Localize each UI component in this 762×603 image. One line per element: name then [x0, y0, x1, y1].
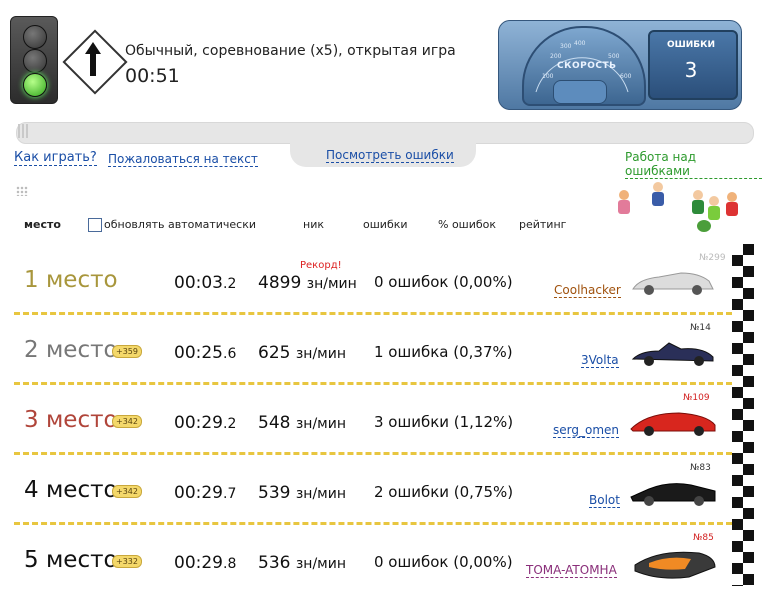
typing-speed: 625 зн/мин	[258, 343, 346, 363]
view-errors-link[interactable]: Посмотреть ошибки	[326, 148, 454, 163]
hover-flame-car-icon	[634, 551, 716, 579]
errors-counter-value: 3	[684, 58, 698, 82]
speed-tick-label: 100	[542, 73, 554, 80]
player-rank: №109	[683, 393, 710, 403]
game-timer: 00:51	[125, 65, 180, 87]
traffic-light-icon	[10, 16, 58, 104]
how-to-play-link[interactable]: Как играть?	[14, 150, 97, 166]
auto-update-label[interactable]: обновлять автоматически	[104, 218, 256, 231]
player-nick-link[interactable]: Bolot	[589, 493, 620, 508]
typing-speed: 536 зн/мин	[258, 553, 346, 573]
errors-summary: 2 ошибки (0,75%)	[374, 483, 514, 501]
finish-time: 00:29.2	[174, 413, 236, 433]
errors-summary: 1 ошибка (0,37%)	[374, 343, 513, 361]
finish-time: 00:25.6	[174, 343, 236, 363]
row-separator	[14, 382, 732, 385]
speed-value: 539	[258, 483, 291, 503]
player-nick-link[interactable]: TOMA-ATOMHA	[526, 563, 617, 578]
speed-value: 4899	[258, 273, 302, 293]
navy-roadster-icon	[631, 342, 714, 366]
errors-summary: 0 ошибок (0,00%)	[374, 273, 513, 291]
finish-time-main: 00:29	[174, 553, 223, 573]
col-rating-header: рейтинг	[519, 218, 567, 231]
work-on-errors-link[interactable]: Работа над ошибками	[625, 150, 762, 179]
speed-tick-label: 300	[560, 43, 572, 50]
speed-unit: зн/мин	[295, 556, 346, 572]
black-batmobile-icon	[630, 483, 716, 506]
player-rank: №83	[690, 463, 711, 473]
finish-time-main: 00:25	[174, 343, 223, 363]
errors-summary: 3 ошибки (1,12%)	[374, 413, 514, 431]
player-rank: №14	[690, 323, 711, 333]
bonus-badge: +342	[112, 415, 142, 428]
finish-time-fraction: .2	[223, 276, 237, 292]
col-place-header: место	[24, 218, 61, 231]
finish-time: 00:29.7	[174, 483, 236, 503]
place-label: 4 место	[24, 477, 118, 503]
place-label: 5 место	[24, 547, 118, 573]
record-label: Рекорд!	[300, 260, 342, 271]
speed-value: 548	[258, 413, 291, 433]
bonus-badge: +342	[112, 485, 142, 498]
row-separator	[14, 312, 732, 315]
errors-counter-label: ОШИБКИ	[666, 40, 716, 50]
speed-value: 625	[258, 343, 291, 363]
speed-unit: зн/мин	[306, 276, 357, 292]
col-errors-header: ошибки	[363, 218, 408, 231]
result-row: 5 место +332 00:29.8 536 зн/мин 0 ошибок (0,…	[0, 533, 740, 603]
player-rank: №299	[699, 253, 726, 263]
place-label: 1 место	[24, 267, 118, 293]
col-nick-header: ник	[303, 218, 324, 231]
speed-unit: зн/мин	[295, 416, 346, 432]
player-nick-link[interactable]: Coolhacker	[554, 283, 621, 298]
finish-time-main: 00:03	[174, 273, 223, 293]
spectators-icon	[612, 180, 752, 240]
finish-time-fraction: .2	[223, 416, 237, 432]
place-label: 2 место	[24, 337, 118, 363]
col-error-percent-header: % ошибок	[438, 218, 497, 231]
speedometer-hub	[553, 80, 607, 104]
bonus-badge: +359	[112, 345, 142, 358]
speed-tick-label: 200	[550, 53, 562, 60]
typing-speed: 548 зн/мин	[258, 413, 346, 433]
red-concept-car-icon	[630, 412, 716, 436]
typing-speed: 539 зн/мин	[258, 483, 346, 503]
player-nick-link[interactable]: serg_omen	[553, 423, 619, 438]
finish-time-fraction: .7	[223, 486, 237, 502]
finish-time-main: 00:29	[174, 483, 223, 503]
silver-coupe-icon	[632, 272, 714, 295]
auto-update-checkbox[interactable]	[88, 218, 102, 232]
track-start-marker	[18, 124, 30, 138]
arrow-up-icon	[85, 42, 101, 76]
speed-tick-label: 500	[608, 53, 620, 60]
speed-tick-label: 600	[620, 73, 632, 80]
finish-time-fraction: .8	[223, 556, 237, 572]
speed-unit: зн/мин	[295, 486, 346, 502]
complain-text-link[interactable]: Пожаловаться на текст	[108, 152, 258, 167]
player-rank: №85	[693, 533, 714, 543]
typing-speed: 4899 зн/мин	[258, 273, 357, 293]
finish-time-fraction: .6	[223, 346, 237, 362]
finish-time: 00:29.8	[174, 553, 236, 573]
bonus-badge: +332	[112, 555, 142, 568]
player-nick-link[interactable]: 3Volta	[581, 353, 619, 368]
finish-time-main: 00:29	[174, 413, 223, 433]
row-separator	[14, 452, 732, 455]
finish-time: 00:03.2	[174, 273, 236, 293]
game-type-label: Обычный, соревнование (х5), открытая игр…	[125, 43, 456, 59]
errors-summary: 0 ошибок (0,00%)	[374, 553, 513, 571]
drag-handle-icon[interactable]	[16, 186, 28, 196]
speed-tick-label: 400	[574, 40, 586, 47]
speed-label: СКОРОСТЬ	[557, 61, 617, 71]
speed-value: 536	[258, 553, 291, 573]
speed-unit: зн/мин	[295, 346, 346, 362]
place-label: 3 место	[24, 407, 118, 433]
row-separator	[14, 522, 732, 525]
